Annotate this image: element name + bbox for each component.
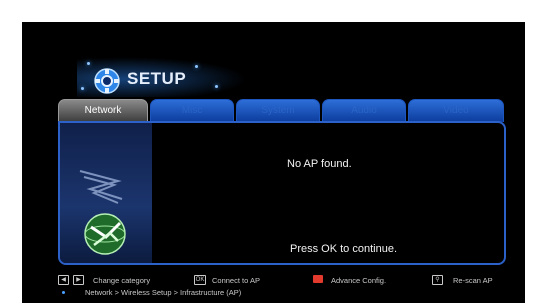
search-key-icon: ⚲ xyxy=(432,275,443,285)
setup-header: SETUP xyxy=(77,57,277,102)
gear-icon xyxy=(94,68,120,94)
breadcrumb-dot xyxy=(62,291,65,294)
tab-misc[interactable]: Misc xyxy=(150,99,234,122)
hint-connect-ap: Connect to AP xyxy=(212,276,260,285)
right-arrow-key-icon: ▶ xyxy=(73,275,84,285)
breadcrumb: Network > Wireless Setup > Infrastructur… xyxy=(85,288,242,297)
sparkle xyxy=(195,65,198,68)
footer-hints: ◀ ▶ Change category OK Connect to AP Adv… xyxy=(22,270,525,303)
tab-video[interactable]: Video xyxy=(408,99,504,122)
category-tabs: Network Misc System Audio Video xyxy=(58,99,508,123)
tab-system[interactable]: System xyxy=(236,99,320,122)
left-arrow-key-icon: ◀ xyxy=(58,275,69,285)
sparkle xyxy=(215,85,218,88)
hint-rescan-ap: Re-scan AP xyxy=(453,276,493,285)
tab-audio[interactable]: Audio xyxy=(322,99,406,122)
continue-prompt: Press OK to continue. xyxy=(290,243,397,255)
content-panel xyxy=(58,121,506,265)
sparkle xyxy=(87,62,90,65)
hint-advance-config: Advance Config. xyxy=(331,276,387,285)
tv-screen: SETUP Network Misc System Audio Video No… xyxy=(22,22,525,303)
ok-key-icon: OK xyxy=(194,275,206,285)
red-key-icon xyxy=(313,275,323,283)
network-globe-icon xyxy=(84,213,126,255)
sparkle xyxy=(81,87,84,90)
page-title: SETUP xyxy=(127,69,187,88)
hint-change-category: Change category xyxy=(93,276,151,285)
tab-network[interactable]: Network xyxy=(58,99,148,122)
status-message: No AP found. xyxy=(287,158,352,170)
side-artwork xyxy=(60,123,152,263)
